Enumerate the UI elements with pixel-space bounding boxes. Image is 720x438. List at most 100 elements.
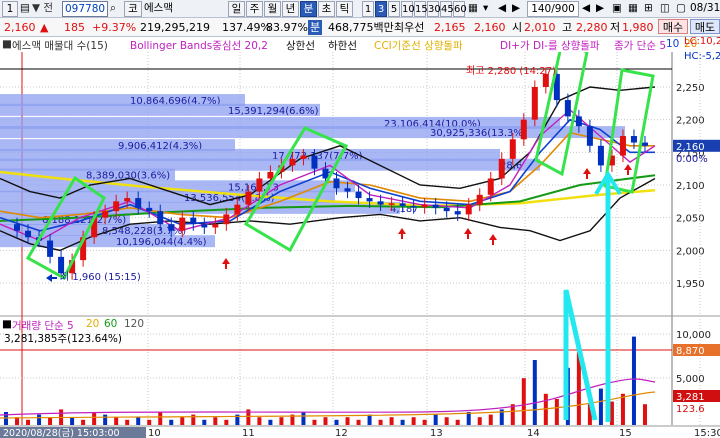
volume-legend-ma60[interactable]: 60	[104, 318, 117, 330]
legend-item-close-ma5[interactable]: 종가 단순 5	[614, 38, 666, 53]
candle-body	[256, 178, 263, 192]
count-cell[interactable]: 1	[2, 1, 18, 17]
grid-icon[interactable]: ▦	[628, 1, 640, 17]
volume-bar	[477, 417, 482, 425]
price-change: 185	[64, 21, 85, 34]
period-button-3[interactable]: 년	[282, 1, 299, 17]
lock-icon[interactable]: ▣	[612, 1, 624, 17]
page-count[interactable]: 140/900	[527, 1, 579, 17]
scroll-left-icon[interactable]: ◀	[582, 1, 594, 17]
volume-bar	[411, 417, 416, 425]
candle-body	[377, 201, 384, 205]
candle-body	[344, 188, 351, 192]
volume-profile-bar	[0, 190, 335, 203]
market-tag[interactable]: 코	[124, 1, 142, 17]
up-arrow-icon: ▲	[40, 21, 49, 34]
volume-legend-ma20[interactable]: 20	[86, 318, 99, 330]
interval-button-1[interactable]: 1	[362, 1, 374, 17]
current-pct-text: 0.00%	[676, 154, 708, 165]
volume-bar	[70, 417, 75, 425]
dropdown-icon[interactable]: ▾	[483, 1, 495, 17]
interval-button-5[interactable]: 5	[388, 1, 400, 17]
candle-body	[487, 178, 494, 195]
legend-marker-icon: ■	[2, 38, 12, 50]
low-annotation: 최 1,960 (15:15)	[60, 271, 141, 283]
legend-item-di[interactable]: DI+가 DI-를 상향돌파	[500, 38, 600, 53]
candle-body	[267, 171, 274, 179]
quote-toggle-icon[interactable]: ▼ 전	[32, 1, 60, 17]
volume-bar	[92, 412, 97, 425]
volume-tick-label: 5,000	[676, 374, 705, 385]
legend-item-bollinger[interactable]: Bollinger Bands중심선 20,2	[130, 38, 268, 53]
trade-strength: 83.97%	[266, 21, 308, 34]
print-icon[interactable]: ⊞	[644, 1, 656, 17]
calendar-icon[interactable]: ▢	[676, 1, 688, 17]
volume-bar	[554, 399, 559, 425]
interval-button-10[interactable]: 10	[401, 1, 415, 17]
legend-item-volume-profile[interactable]: 에스맥 매물대 수(15)	[12, 38, 108, 53]
volume-bar	[444, 417, 449, 425]
stock-code-input[interactable]: 097780	[62, 1, 108, 17]
candle-body	[421, 204, 428, 208]
volume-bar	[532, 360, 537, 425]
candle-body	[25, 230, 32, 238]
prev-icon[interactable]: ◀	[498, 1, 510, 17]
chart-date[interactable]: 08/31	[690, 1, 720, 17]
volume-tick-label: 10,000	[676, 330, 711, 341]
candle-body	[124, 198, 131, 202]
price-chart[interactable]: 2,2502,2002,1502,1002,0502,0001,95010,86…	[0, 37, 720, 438]
candle-body	[311, 155, 318, 169]
flag-icon[interactable]: ◫	[660, 1, 672, 17]
interval-button-60[interactable]: 60	[453, 1, 467, 17]
interval-button-15[interactable]: 15	[414, 1, 428, 17]
candle-body	[355, 191, 362, 199]
next-icon[interactable]: ▶	[512, 1, 524, 17]
period-button-6[interactable]: 틱	[336, 1, 353, 17]
volume-bar	[345, 417, 350, 425]
x-tick-label: 15	[619, 428, 632, 438]
candle-body	[190, 217, 197, 225]
interval-button-45[interactable]: 45	[440, 1, 454, 17]
volume-profile-label: 8,389,030(3.6%)	[86, 171, 170, 182]
volume-legend-ma120[interactable]: 120	[124, 318, 144, 330]
sell-button[interactable]: 매수	[658, 19, 688, 34]
chart-settings-icon[interactable]: ▦	[468, 1, 480, 17]
interval-button-30[interactable]: 30	[427, 1, 441, 17]
volume-bar	[268, 419, 273, 425]
x-tick-label: 15:30	[694, 428, 720, 438]
legend-item-upper[interactable]: 상한선	[286, 38, 315, 53]
period-button-5[interactable]: 초	[318, 1, 335, 17]
legend-item-lower[interactable]: 하한선	[328, 38, 357, 53]
candle-body	[102, 211, 109, 218]
volume-bar	[279, 417, 284, 425]
period-button-0[interactable]: 일	[228, 1, 245, 17]
period-button-1[interactable]: 주	[246, 1, 263, 17]
period-button-4[interactable]: 분	[300, 1, 317, 17]
legend-item-ma10[interactable]: 10	[666, 38, 679, 50]
change-percent: +9.37%	[92, 21, 137, 34]
volume-bar	[136, 417, 141, 425]
interval-button-3[interactable]: 3	[375, 1, 387, 17]
candle-body	[476, 194, 483, 205]
list-icon[interactable]: ▤	[19, 1, 31, 17]
candle-body	[58, 256, 65, 274]
candle-body	[47, 240, 54, 257]
search-icon[interactable]: ⌕	[110, 1, 122, 17]
candle-body	[146, 207, 153, 212]
candle-body	[168, 224, 175, 231]
volume-bar	[620, 393, 625, 425]
best-ask: 2,165	[434, 21, 466, 34]
volume-bar	[378, 419, 383, 425]
candle-body	[300, 155, 307, 159]
scroll-right-icon[interactable]: ▶	[596, 1, 608, 17]
buy-button[interactable]: 매도	[690, 19, 720, 34]
candle-body	[465, 204, 472, 215]
volume-profile-label: 15,391,294(6.6%)	[228, 106, 319, 117]
period-button-2[interactable]: 월	[264, 1, 281, 17]
candle-body	[575, 116, 582, 127]
volume-bar	[257, 417, 262, 425]
volume-bar	[334, 419, 339, 425]
volume-bar	[356, 419, 361, 425]
legend-item-cci[interactable]: CCI기준선 상향돌파	[374, 38, 463, 53]
volume-ratio: 137.49%	[222, 21, 271, 34]
